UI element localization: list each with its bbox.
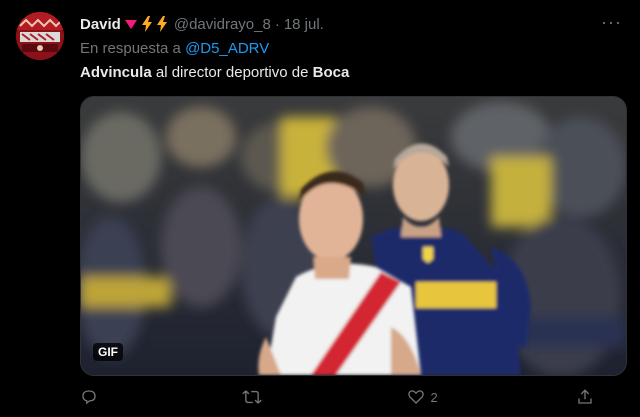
lightning-icon — [156, 16, 168, 32]
like-button[interactable]: 2 — [407, 388, 438, 406]
text-bold-boca: Boca — [312, 64, 350, 81]
tweet-actions: 2 — [80, 386, 600, 408]
like-count: 2 — [430, 389, 438, 405]
tweet-date[interactable]: 18 jul. — [284, 16, 324, 33]
tweet-text: Advincula al director deportivo de Boca — [80, 64, 349, 81]
lightning-icon — [141, 16, 153, 32]
heart-icon — [124, 17, 138, 31]
gif-badge: GIF — [93, 343, 123, 361]
separator-dot: · — [274, 15, 280, 33]
text-plain: al director deportivo de — [151, 64, 313, 81]
retweet-icon — [242, 390, 262, 404]
reply-button[interactable] — [80, 388, 104, 406]
gif-media[interactable]: GIF — [80, 96, 627, 376]
display-name[interactable]: David — [80, 16, 121, 33]
avatar-image — [16, 12, 64, 60]
share-button[interactable] — [576, 388, 600, 406]
tweet-header: David @davidrayo_8 · 18 jul. — [80, 14, 324, 34]
reply-prefix: En respuesta a — [80, 40, 181, 57]
avatar[interactable] — [16, 12, 64, 60]
retweet-button[interactable] — [242, 388, 268, 406]
reply-mention-link[interactable]: @D5_ADRV — [185, 40, 269, 57]
share-icon — [578, 389, 592, 404]
reply-icon — [82, 390, 96, 405]
text-bold-advincula: Advincula — [80, 64, 152, 81]
gif-frame-image — [81, 97, 626, 375]
reply-context: En respuesta a @D5_ADRV — [80, 40, 269, 57]
tweet[interactable]: David @davidrayo_8 · 18 jul. ··· En resp… — [0, 0, 640, 417]
user-handle[interactable]: @davidrayo_8 — [174, 16, 271, 33]
heart-outline-icon — [407, 390, 424, 404]
more-options-icon[interactable]: ··· — [601, 12, 622, 33]
